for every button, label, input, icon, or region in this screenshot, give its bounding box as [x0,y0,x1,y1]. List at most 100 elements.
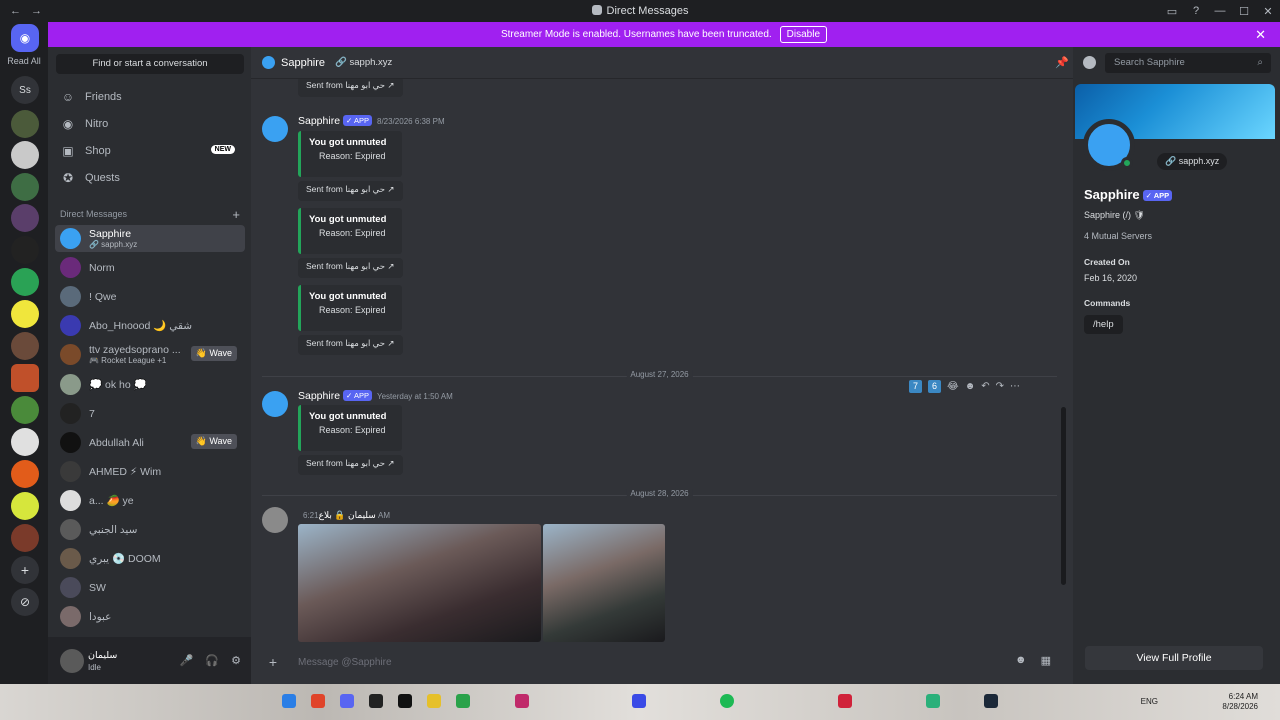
sent-from-button[interactable]: Sent from حي ابو مهنا ↗ [298,258,403,278]
avatar[interactable] [262,116,288,142]
discord-taskbar-icon[interactable] [340,694,354,708]
wave-button[interactable]: 👋 Wave [190,434,237,449]
server-icon[interactable] [11,492,39,520]
user-avatar[interactable] [60,649,84,673]
dm-item[interactable]: a... 🥭 ye [55,487,245,514]
server-icon[interactable] [11,460,39,488]
disable-button[interactable]: Disable [779,26,828,43]
chat-header-link[interactable]: 🔗 sapph.xyz [335,57,392,68]
dm-item[interactable]: عبودا [55,603,245,630]
search-input[interactable]: Search Sapphire ⌕ [1105,53,1271,73]
reaction-keycap-6[interactable]: 6 [928,380,941,393]
create-dm-icon[interactable]: + [232,207,240,222]
server-icon[interactable] [11,204,39,232]
server-icon[interactable] [11,173,39,201]
reaction-keycap-7[interactable]: 7 [909,380,922,393]
server-icon[interactable] [11,236,39,264]
add-reaction-icon[interactable]: ☻ [965,381,976,392]
folder-icon[interactable] [427,694,441,708]
attach-plus-icon[interactable]: + [262,654,284,670]
close-window-button[interactable]: ✕ [1256,5,1280,18]
reaction-laugh-icon[interactable]: 😂 [947,381,959,392]
banner-close-icon[interactable]: ✕ [1255,27,1266,43]
read-all-button[interactable]: Read All [0,56,48,66]
dm-item[interactable]: ! Qwe [55,283,245,310]
dm-item[interactable]: Abo_Hnoood 🌙 شقي [55,312,245,339]
server-icon[interactable] [11,364,39,392]
app-icon[interactable] [926,694,940,708]
settings-gear-icon[interactable]: ⚙ [231,654,241,667]
dm-item[interactable]: 7 [55,400,245,427]
headphones-icon[interactable]: 🎧 [205,654,219,667]
clock[interactable]: 6:24 AM 8/28/2026 [1222,692,1258,712]
sent-from-button[interactable]: Sent from حي ابو مهنا ↗ [298,335,403,355]
start-icon[interactable] [282,694,296,708]
emoji-icon[interactable]: ☻ [1015,654,1027,667]
language-indicator[interactable]: ENG [1141,697,1158,706]
sent-from-button[interactable]: Sent from حي ابو مهنا ↗ [298,181,403,201]
brave-icon[interactable] [311,694,325,708]
forward-icon[interactable]: ↷ [996,381,1004,392]
server-icon[interactable] [11,332,39,360]
find-conversation-input[interactable]: Find or start a conversation [56,54,244,74]
maximize-button[interactable]: ☐ [1232,5,1256,18]
server-icon[interactable] [11,141,39,169]
app-icon[interactable] [369,694,383,708]
chat-scrollbar[interactable] [1061,407,1066,585]
message-input[interactable]: Message @Sapphire [298,657,392,668]
author-name[interactable]: سليمان 🔒 بلاع [319,510,376,520]
profile-link[interactable]: 🔗 sapph.xyz [1157,153,1228,170]
inbox-icon[interactable]: ▭ [1160,5,1184,18]
help-icon[interactable]: ? [1184,5,1208,17]
more-options-icon[interactable]: ⋯ [1010,381,1020,392]
explore-servers-icon[interactable]: ⊘ [11,588,39,616]
dm-item[interactable]: Abdullah Ali 👋 Wave [55,429,245,456]
nav-nitro[interactable]: ◉ Nitro [55,112,245,136]
avatar[interactable] [262,391,288,417]
back-arrow-icon[interactable]: ← [10,5,21,17]
server-icon[interactable] [11,110,39,138]
command-help[interactable]: /help [1084,315,1123,334]
view-full-profile-button[interactable]: View Full Profile [1085,646,1263,670]
server-icon[interactable] [11,396,39,424]
author-name[interactable]: Sapphire [298,390,340,402]
app-icon[interactable] [398,694,412,708]
forward-arrow-icon[interactable]: → [31,5,42,17]
mutual-servers[interactable]: 4 Mutual Servers [1084,231,1152,241]
nav-shop[interactable]: ▣ Shop NEW [55,139,245,163]
dm-item[interactable]: سيد الجنبي [55,516,245,543]
server-icon[interactable] [11,300,39,328]
add-server-icon[interactable]: + [11,556,39,584]
image-attachment[interactable] [298,524,541,642]
home-button[interactable]: ◉ [11,24,39,52]
wave-button[interactable]: 👋 Wave [190,346,237,361]
image-attachment[interactable] [543,524,665,642]
user-profile-icon[interactable] [1083,56,1096,69]
pin-icon[interactable]: 📌 [1055,56,1069,69]
sent-from-button[interactable]: Sent from حي ابو مهنا ↗ [298,455,403,475]
server-icon[interactable] [11,524,39,552]
app-icon[interactable] [838,694,852,708]
server-icon[interactable] [11,268,39,296]
dm-item[interactable]: Sapphire 🔗 sapph.xyz [55,225,245,252]
server-icon[interactable] [11,428,39,456]
microphone-icon[interactable]: 🎤 [180,654,194,667]
dm-item[interactable]: Norm [55,254,245,281]
dm-item[interactable]: يبري 💿 DOOM [55,545,245,572]
avatar[interactable] [262,507,288,533]
dm-item[interactable]: 💭 ok ho 💭 [55,371,245,398]
author-name[interactable]: Sapphire [298,115,340,127]
dm-item[interactable]: SW [55,574,245,601]
reply-icon[interactable]: ↶ [981,381,989,392]
app-icon[interactable] [632,694,646,708]
spotify-icon[interactable] [720,694,734,708]
dm-item[interactable]: AHMED ⚡ Wim [55,458,245,485]
dm-item[interactable]: ttv zayedsoprano ... 🎮 Rocket League +1 👋 … [55,341,245,368]
apps-icon[interactable]: ▦ [1041,654,1051,667]
sent-from-button[interactable]: Sent from حي ابو مهنا ↗ [298,79,403,97]
app-icon[interactable] [515,694,529,708]
steam-icon[interactable] [984,694,998,708]
chrome-icon[interactable] [456,694,470,708]
minimize-button[interactable]: — [1208,5,1232,17]
nav-quests[interactable]: ✪ Quests [55,166,245,190]
